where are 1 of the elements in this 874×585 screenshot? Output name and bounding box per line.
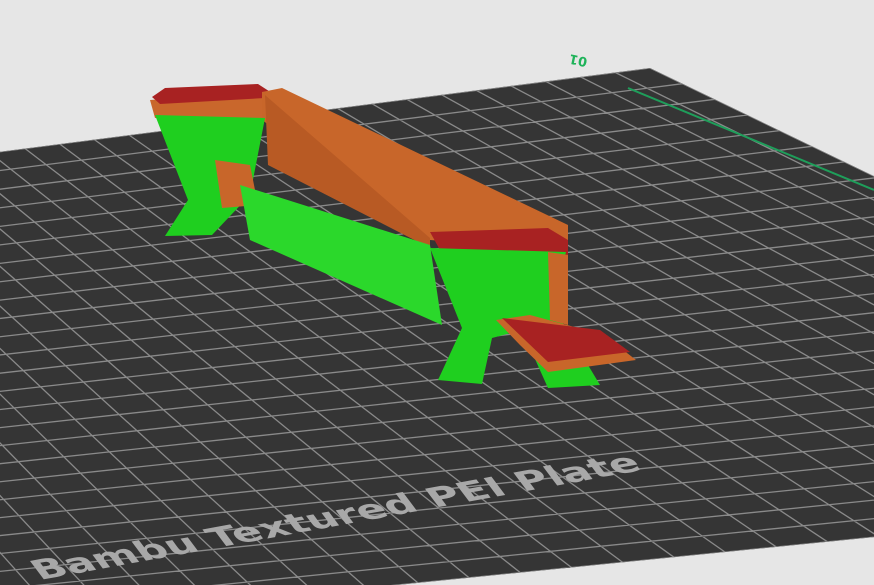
plate-number: 01 (568, 50, 589, 69)
